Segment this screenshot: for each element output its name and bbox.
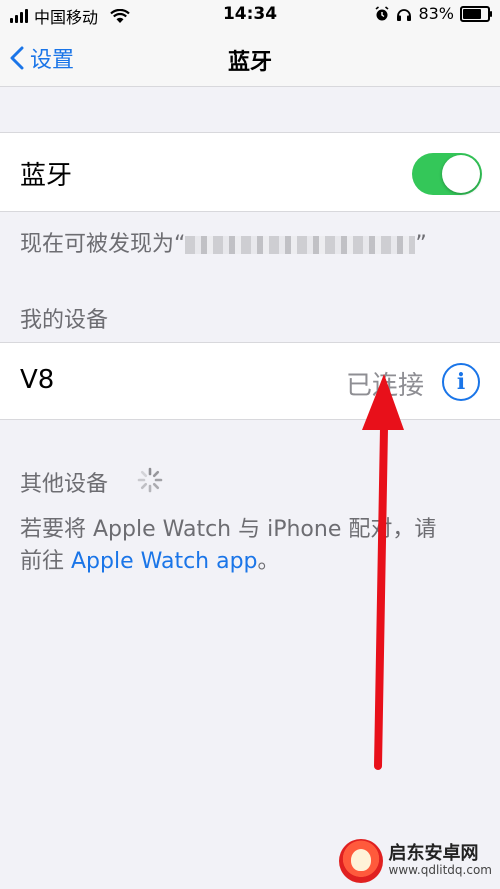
hint-suffix: 。	[257, 549, 280, 574]
hint-line-1: 若要将 Apple Watch 与 iPhone 配对，请	[20, 517, 437, 542]
bluetooth-row: 蓝牙	[0, 132, 500, 212]
discoverable-close-quote: ”	[415, 232, 427, 257]
hint-prefix: 前往	[20, 549, 71, 574]
apple-watch-app-link[interactable]: Apple Watch app	[71, 549, 258, 574]
device-status: 已连接	[345, 371, 424, 401]
loading-spinner-icon	[137, 467, 163, 493]
info-icon[interactable]: i	[442, 363, 480, 401]
device-name: V8	[20, 365, 55, 395]
other-devices-header: 其他设备	[20, 472, 109, 497]
bluetooth-toggle[interactable]	[412, 153, 482, 195]
apple-watch-hint: 若要将 Apple Watch 与 iPhone 配对，请 前往 Apple W…	[20, 514, 436, 578]
device-name-redacted	[185, 236, 416, 254]
watermark-text: 启东安卓网 www.qdlitdq.com	[388, 843, 492, 878]
watermark-url: www.qdlitdq.com	[388, 863, 492, 878]
my-devices-header: 我的设备	[20, 308, 109, 333]
headphones-icon	[397, 8, 412, 21]
alarm-icon	[375, 5, 389, 20]
battery-icon	[460, 5, 492, 22]
nav-bar: 设置 蓝牙	[0, 30, 500, 87]
status-bar: 中国移动 14:34 83%	[0, 0, 500, 30]
battery-fill	[463, 8, 481, 19]
discoverable-text: 现在可被发现为“	[20, 232, 186, 257]
bluetooth-label: 蓝牙	[20, 161, 73, 191]
battery-percent: 83%	[418, 4, 454, 23]
watermark: 启东安卓网 www.qdlitdq.com	[338, 839, 492, 883]
watermark-title: 启东安卓网	[388, 843, 479, 865]
watermark-logo-icon	[338, 839, 383, 883]
hint-line-2: 前往 Apple Watch app。	[20, 546, 436, 578]
device-row[interactable]: V8 已连接 i	[0, 342, 500, 420]
status-right: 83%	[374, 4, 492, 23]
page-title: 蓝牙	[227, 50, 272, 75]
discoverable-caption: 现在可被发现为“ ”	[20, 226, 427, 258]
toggle-knob	[442, 155, 480, 193]
